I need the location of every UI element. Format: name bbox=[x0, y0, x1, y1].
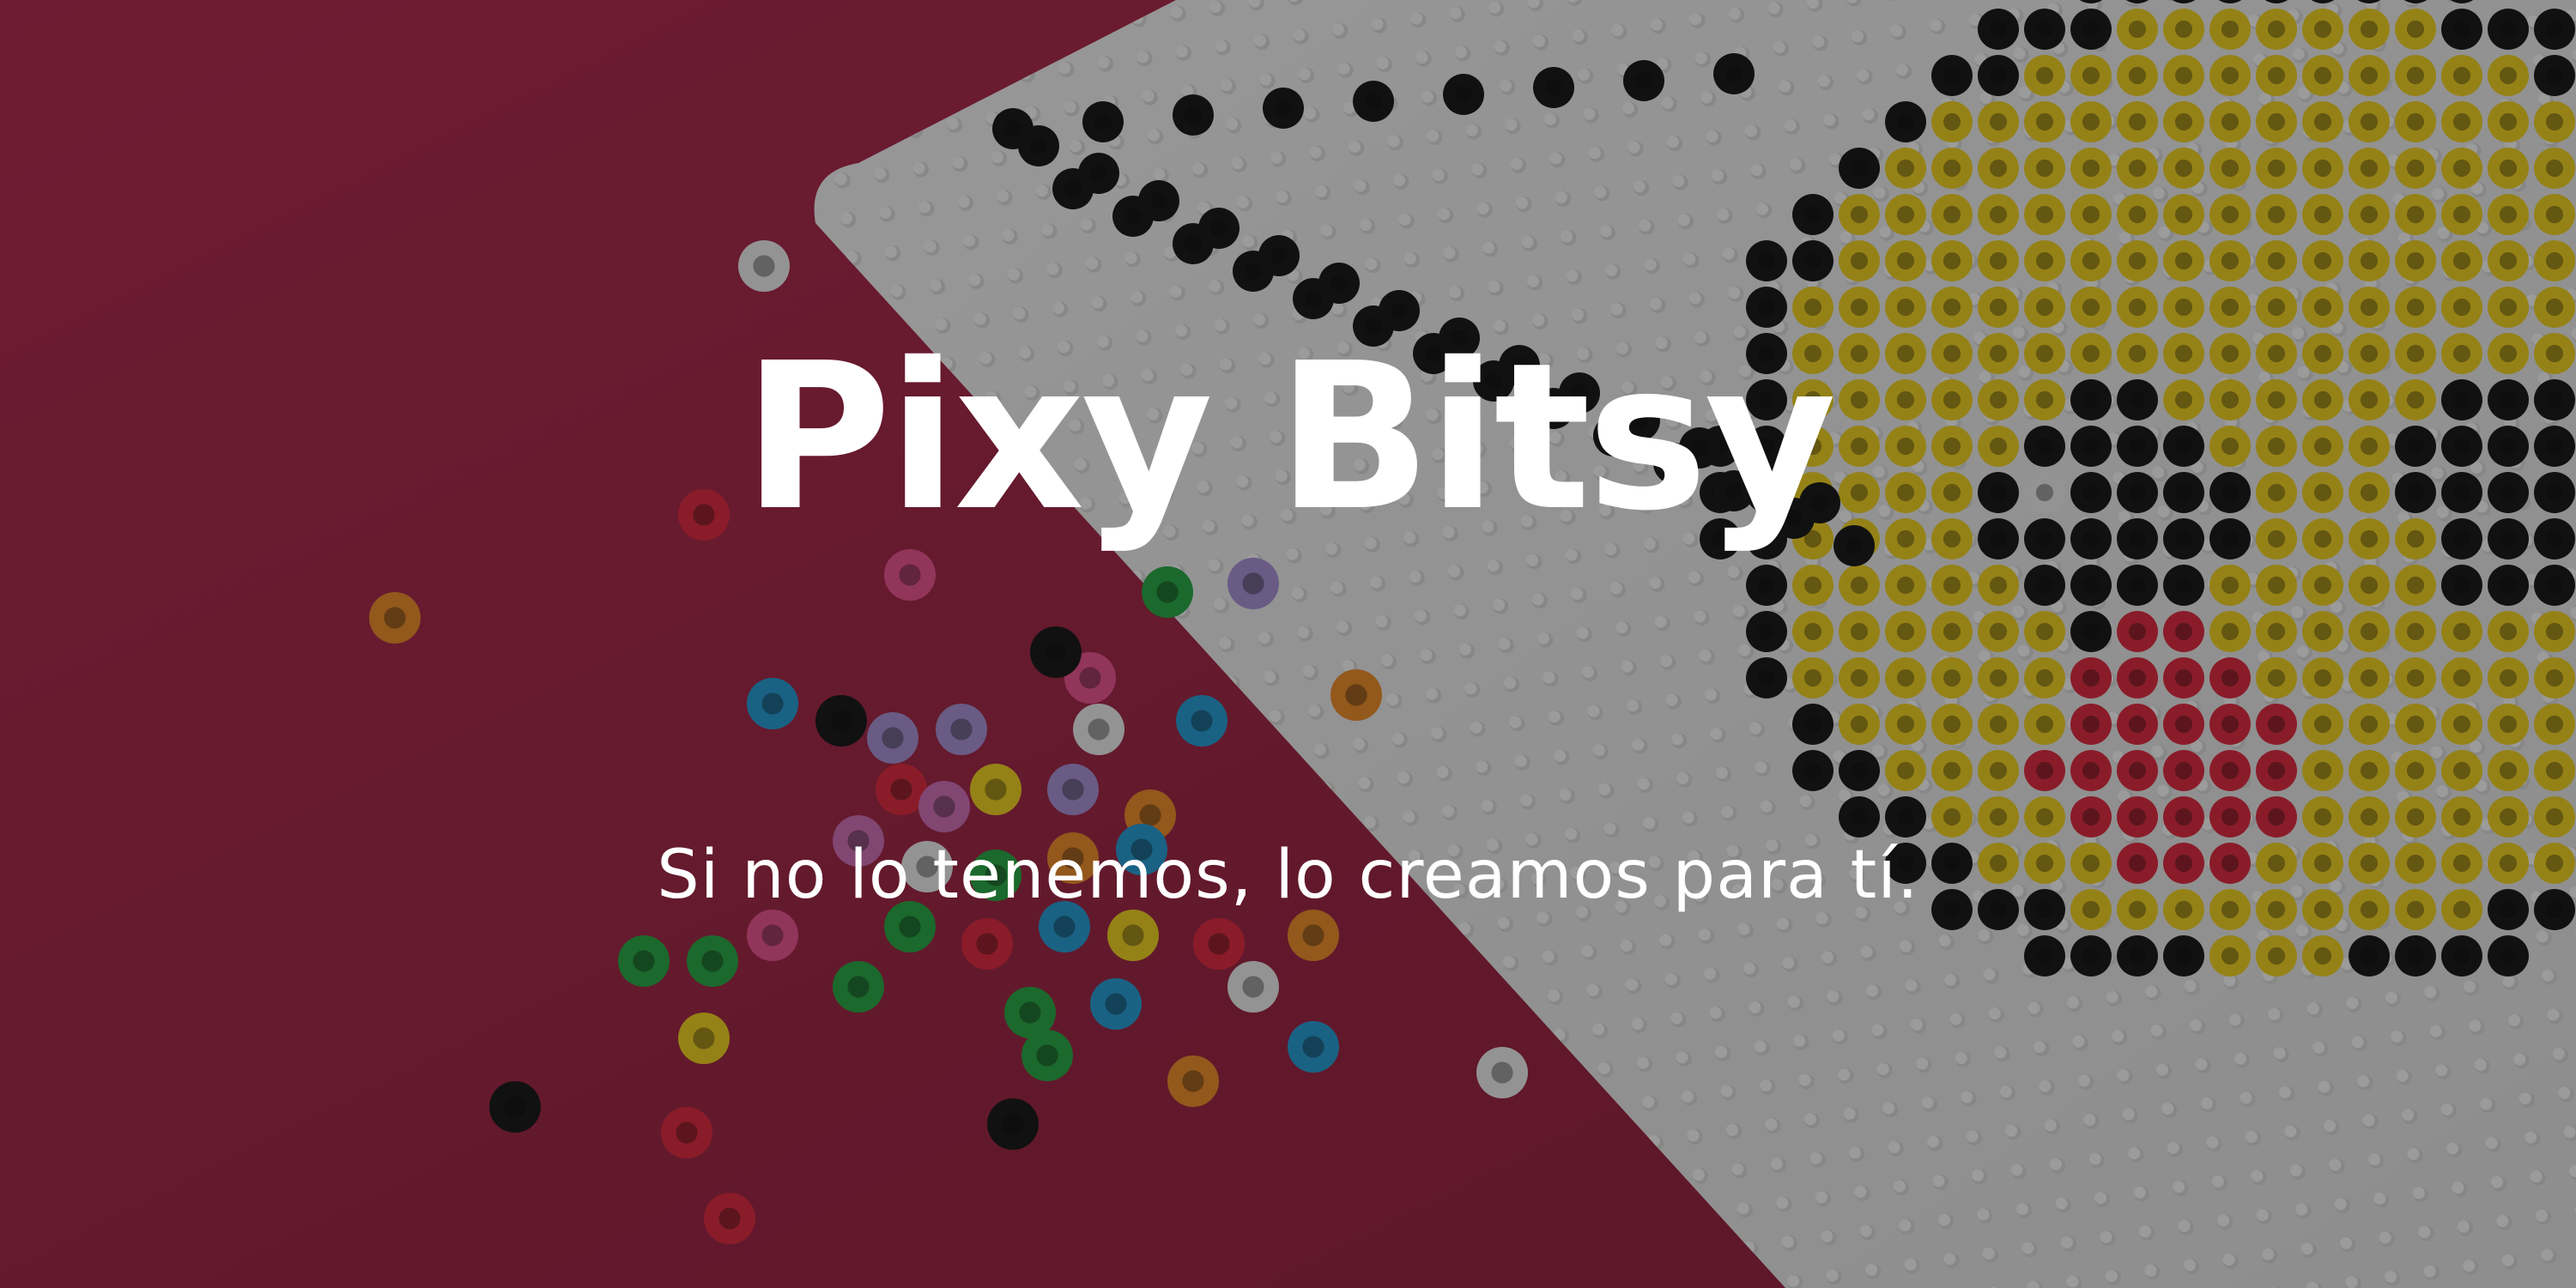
hero-subtitle: Si no lo tenemos, lo creamos para tí. bbox=[657, 837, 1919, 914]
dark-overlay bbox=[0, 0, 2576, 1288]
hero-section: Pixy Bitsy Si no lo tenemos, lo creamos … bbox=[0, 0, 2576, 1288]
hero-title: Pixy Bitsy bbox=[742, 319, 1837, 555]
